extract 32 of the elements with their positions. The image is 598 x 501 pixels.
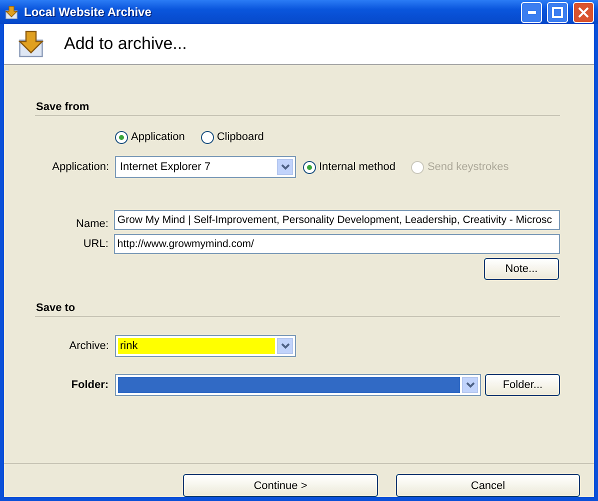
minimize-button[interactable] <box>521 2 542 22</box>
archive-dropdown[interactable]: rink <box>115 335 296 357</box>
url-field[interactable]: http://www.growmymind.com/ <box>114 234 560 254</box>
chevron-down-icon <box>280 343 290 349</box>
field-label: URL: <box>82 238 110 250</box>
close-icon <box>578 6 589 18</box>
close-button[interactable] <box>573 2 594 22</box>
chevron-down-icon <box>466 382 475 388</box>
section-heading: Save to <box>35 302 560 317</box>
radio-option[interactable]: Clipboard <box>200 130 264 144</box>
note-button[interactable]: Note... <box>484 258 559 280</box>
field-label: Application: <box>51 161 110 173</box>
name-field[interactable]: Grow My Mind | Self-Improvement, Personality Development, Leadership, Creativity - Microsc <box>114 210 560 230</box>
window-title: Local Website Archive <box>24 5 152 19</box>
header-title: Add to archive... <box>64 34 187 54</box>
download-arrow-icon <box>16 29 46 59</box>
continue-button[interactable]: Continue > <box>183 474 378 497</box>
maximize-icon <box>552 6 563 18</box>
section-heading: Save from <box>35 101 560 116</box>
field-label: Archive: <box>68 340 110 352</box>
cancel-button[interactable]: Cancel <box>396 474 580 497</box>
chevron-down-icon <box>280 164 290 170</box>
radio-option[interactable]: Application <box>115 130 185 144</box>
radio-option[interactable]: Internal method <box>303 160 396 174</box>
minimize-icon <box>528 10 536 14</box>
field-label: Name: <box>75 218 110 230</box>
folder-dropdown[interactable] <box>114 374 482 396</box>
maximize-button[interactable] <box>547 2 568 22</box>
application-dropdown[interactable]: Internet Explorer 7 <box>115 156 296 178</box>
folder-button[interactable]: Folder... <box>485 374 560 396</box>
download-arrow-icon <box>4 4 19 20</box>
field-label: Folder: <box>70 379 110 391</box>
